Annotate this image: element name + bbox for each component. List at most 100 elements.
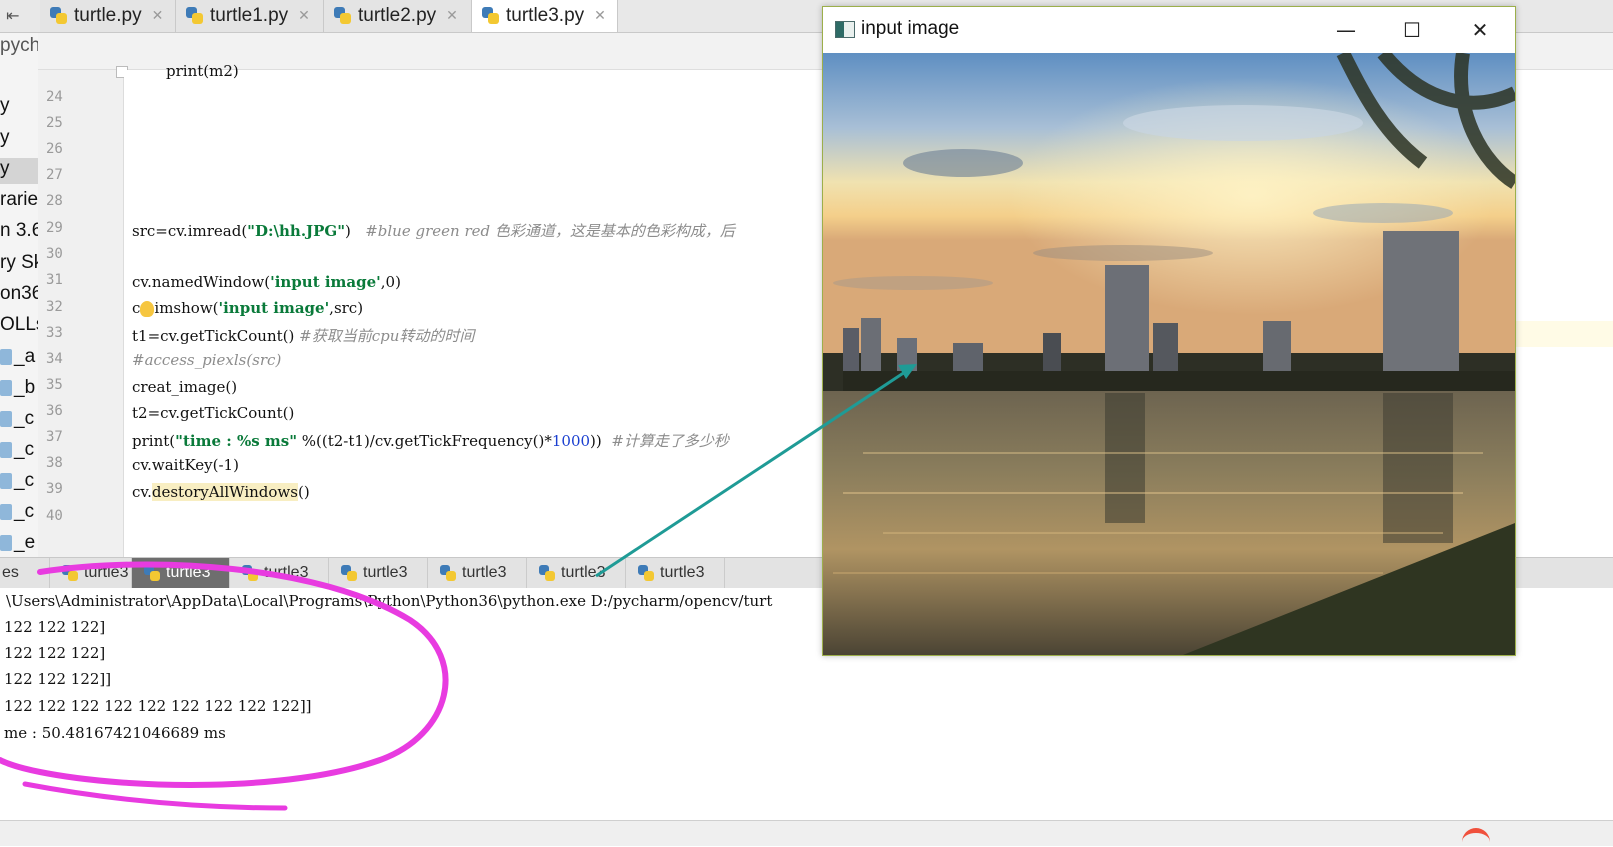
run-tab-active[interactable]: turtle3 (132, 558, 230, 588)
run-tab-label: turtle3 (363, 564, 408, 581)
code-line-38: cv.waitKey(-1) (132, 456, 239, 474)
python-file-icon (50, 7, 68, 25)
project-item[interactable]: ry Sk (0, 252, 38, 278)
line-number: 34 (46, 351, 63, 367)
project-item[interactable]: n 3.6 (0, 220, 38, 246)
python-file-icon (0, 503, 12, 520)
project-item[interactable]: y (0, 158, 38, 184)
code-editor[interactable]: print(m2) src=cv.imread("D:\hh.JPG") #bl… (124, 62, 824, 558)
code-token: ,src) (329, 299, 364, 317)
lake-sunset-photo (823, 53, 1515, 655)
line-number: 29 (46, 220, 63, 236)
project-item-label: _e (14, 532, 36, 553)
string-token: 'input image' (218, 299, 330, 317)
project-item[interactable]: _c (0, 470, 38, 496)
line-number: 25 (46, 115, 63, 131)
code-token: t1=cv.getTickCount() (132, 327, 295, 345)
project-item-label: _b (14, 377, 36, 398)
close-icon[interactable]: ✕ (446, 8, 458, 24)
line-number: 31 (46, 272, 63, 288)
run-tab[interactable]: turtle3 (50, 558, 132, 588)
run-tab[interactable]: turtle3 (626, 558, 725, 588)
line-number: 32 (46, 299, 63, 315)
line-number: 27 (46, 167, 63, 183)
project-item[interactable]: _c (0, 439, 38, 465)
collapse-panel-icon[interactable]: ⇤ (6, 6, 32, 26)
python-file-icon (0, 348, 12, 365)
tab-label: turtle1.py (210, 5, 289, 26)
code-token: )) (590, 432, 602, 450)
project-item[interactable]: OLLs (0, 314, 38, 340)
python-file-icon (62, 565, 78, 581)
tab-turtle3[interactable]: turtle3.py ✕ (472, 0, 618, 32)
window-title-bar[interactable]: input image — ☐ ✕ (823, 7, 1515, 52)
tab-turtle2[interactable]: turtle2.py ✕ (324, 0, 472, 32)
python-file-icon (0, 472, 12, 489)
app-icon (835, 21, 855, 38)
code-token: () (297, 483, 310, 501)
run-tab-label: turtle3 (84, 564, 129, 581)
project-item[interactable]: raries (0, 189, 38, 215)
python-file-icon (0, 534, 12, 551)
python-file-icon (144, 565, 160, 581)
code-token: c (132, 299, 141, 317)
code-token: %((t2-t1)/cv.getTickFrequency()* (297, 432, 552, 450)
project-item[interactable]: on36 (0, 283, 38, 309)
lightbulb-icon[interactable] (140, 301, 155, 317)
project-item-label: _c (14, 408, 35, 429)
minimize-button[interactable]: — (1323, 15, 1369, 45)
python-file-icon (0, 441, 12, 458)
run-tab[interactable]: turtle3 (527, 558, 626, 588)
project-item[interactable]: _a (0, 346, 38, 372)
python-file-icon (638, 565, 654, 581)
python-file-icon (341, 565, 357, 581)
project-item[interactable]: y (0, 95, 38, 121)
input-image-window[interactable]: input image — ☐ ✕ (822, 6, 1516, 656)
close-icon[interactable]: ✕ (298, 8, 310, 24)
string-token: 'input image' (270, 273, 381, 291)
code-line: print(m2) (166, 62, 239, 80)
code-line-29: src=cv.imread("D:\hh.JPG") #blue green r… (132, 220, 735, 241)
project-item[interactable]: _c (0, 408, 38, 434)
console-line: 122 122 122] (4, 618, 106, 636)
code-line-37: print("time : %s ms" %((t2-t1)/cv.getTic… (132, 430, 729, 451)
code-token: imshow( (154, 299, 219, 317)
code-token: ) (345, 222, 351, 240)
python-file-icon (334, 7, 352, 25)
console-line: 122 122 122]] (4, 670, 112, 688)
photo-drawing (823, 53, 1515, 655)
tab-label: turtle2.py (358, 5, 437, 26)
python-file-icon (482, 7, 500, 25)
line-number: 26 (46, 141, 63, 157)
project-panel: pych y y y raries n 3.6 ry Sk on36 OLLs … (0, 33, 39, 558)
line-number: 24 (46, 89, 63, 105)
maximize-button[interactable]: ☐ (1389, 15, 1435, 45)
project-item[interactable]: _c (0, 501, 38, 527)
python-file-icon (242, 565, 258, 581)
run-tab-label: turtle3 (264, 564, 309, 581)
console-line: me : 50.48167421046689 ms (4, 724, 226, 742)
tab-turtle1[interactable]: turtle1.py ✕ (176, 0, 324, 32)
project-item[interactable]: _e (0, 532, 38, 558)
number-token: 1000 (551, 432, 591, 450)
close-icon[interactable]: ✕ (594, 8, 606, 24)
project-item[interactable]: y (0, 127, 38, 153)
project-item-label: _c (14, 501, 35, 522)
line-number: 38 (46, 455, 63, 471)
run-tab[interactable]: turtle3 (329, 558, 428, 588)
close-button[interactable]: ✕ (1457, 15, 1503, 45)
line-number: 37 (46, 429, 63, 445)
run-tab[interactable]: es (0, 558, 50, 588)
string-token: "time : %s ms" (175, 432, 298, 450)
python-file-icon (440, 565, 456, 581)
console-line: 122 122 122] (4, 644, 106, 662)
close-icon[interactable]: ✕ (152, 8, 164, 24)
project-item[interactable]: _b (0, 377, 38, 403)
run-tab[interactable]: turtle3 (230, 558, 329, 588)
code-line-39: cv.destoryAllWindows() (132, 483, 310, 501)
tab-turtle[interactable]: turtle.py ✕ (40, 0, 176, 32)
code-token: cv.namedWindow( (132, 273, 271, 291)
line-number-gutter: 24 25 26 27 28 29 30 31 32 33 34 35 36 3… (38, 70, 124, 558)
run-tab-label: turtle3 (660, 564, 705, 581)
run-tab[interactable]: turtle3 (428, 558, 527, 588)
